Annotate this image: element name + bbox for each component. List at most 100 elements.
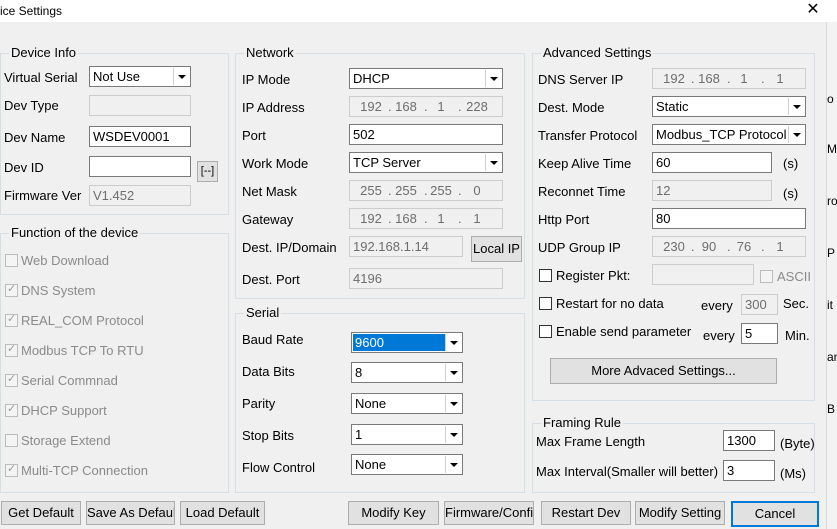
dev-id-label: Dev ID xyxy=(4,160,44,175)
send-minutes-unit: Min. xyxy=(785,328,810,343)
get-default-button[interactable]: Get Default xyxy=(1,501,81,525)
function-label: Web Download xyxy=(21,253,109,268)
max-frame-length-label: Max Frame Length xyxy=(536,434,646,449)
functions-legend: Function of the device xyxy=(9,225,141,240)
restart-every-label: every xyxy=(701,298,733,313)
ascii-checkbox xyxy=(760,270,773,283)
chevron-down-icon xyxy=(788,98,804,115)
stop-bits-select[interactable]: 1 xyxy=(351,424,463,445)
dev-id-field[interactable] xyxy=(89,156,191,177)
register-pkt-checkbox[interactable] xyxy=(539,269,552,282)
chevron-down-icon xyxy=(445,364,461,381)
keep-alive-field[interactable]: 60 xyxy=(652,152,772,173)
data-bits-select[interactable]: 8 xyxy=(351,362,463,383)
chevron-down-icon xyxy=(485,70,501,87)
gateway-label: Gateway xyxy=(242,212,294,227)
udp-group-field: 230. 90. 76. 1 xyxy=(652,236,806,257)
dest-ip-label: Dest. IP/Domain xyxy=(242,240,337,255)
reconnect-time-label: Reconnet Time xyxy=(538,184,626,199)
net-mask-field: 255. 255. 255. 0 xyxy=(349,180,503,201)
dev-id-button[interactable]: [--] xyxy=(197,161,218,182)
restart-dev-button[interactable]: Restart Dev xyxy=(541,501,631,525)
modify-key-button[interactable]: Modify Key xyxy=(348,501,439,525)
reconnect-time-unit: (s) xyxy=(783,186,799,201)
transfer-protocol-label: Transfer Protocol xyxy=(538,128,638,143)
stop-bits-label: Stop Bits xyxy=(242,428,295,443)
dns-server-label: DNS Server IP xyxy=(538,72,624,87)
data-bits-label: Data Bits xyxy=(242,364,295,379)
cancel-button[interactable]: Cancel xyxy=(731,501,819,527)
keep-alive-unit: (s) xyxy=(783,156,799,171)
dns-server-field: 192. 168. 1. 1 xyxy=(652,68,806,89)
strip-text: B xyxy=(827,402,836,416)
http-port-label: Http Port xyxy=(538,212,590,227)
save-as-default-button[interactable]: Save As Default xyxy=(86,501,175,525)
max-frame-length-field[interactable]: 1300 xyxy=(723,430,775,451)
close-icon[interactable]: ✕ xyxy=(803,0,823,20)
parity-select[interactable]: None xyxy=(351,393,463,414)
send-minutes-field[interactable]: 5 xyxy=(741,323,778,344)
flow-control-select[interactable]: None xyxy=(351,454,463,475)
baud-rate-select[interactable]: 9600 xyxy=(351,332,463,353)
transfer-protocol-select[interactable]: Modbus_TCP Protocol xyxy=(652,124,806,145)
strip-text: an xyxy=(827,350,837,364)
function-checkbox xyxy=(5,402,18,417)
max-interval-field[interactable]: 3 xyxy=(723,460,775,481)
restart-no-data-label: Restart for no data xyxy=(556,296,664,311)
function-checkbox xyxy=(5,282,18,297)
ip-address-label: IP Address xyxy=(242,100,305,115)
flow-control-label: Flow Control xyxy=(242,460,315,475)
load-default-button[interactable]: Load Default xyxy=(180,501,265,525)
dest-ip-field: 192.168.1.14 xyxy=(349,236,463,257)
function-checkbox xyxy=(5,342,18,357)
net-mask-label: Net Mask xyxy=(242,184,297,199)
modify-setting-button[interactable]: Modify Setting xyxy=(635,501,725,525)
function-checkbox xyxy=(5,312,18,327)
work-mode-select[interactable]: TCP Server xyxy=(349,152,503,173)
baud-rate-label: Baud Rate xyxy=(242,332,304,347)
dev-type-field xyxy=(89,95,191,116)
ip-address-field: 192. 168. 1. 228 xyxy=(349,96,503,117)
ip-mode-select[interactable]: DHCP xyxy=(349,68,503,89)
serial-legend: Serial xyxy=(244,305,282,320)
http-port-field[interactable]: 80 xyxy=(652,208,806,229)
port-label: Port xyxy=(242,128,266,143)
gateway-field: 192. 168. 1. 1 xyxy=(349,208,503,229)
chevron-down-icon xyxy=(445,334,461,351)
dest-port-label: Dest. Port xyxy=(242,272,300,287)
window-title: ice Settings xyxy=(0,4,63,18)
reconnect-time-field: 12 xyxy=(652,180,772,201)
send-parameter-checkbox[interactable] xyxy=(539,325,552,338)
more-advanced-settings-button[interactable]: More Advaced Settings... xyxy=(550,358,777,384)
function-checkbox xyxy=(5,434,18,447)
port-field[interactable]: 502 xyxy=(349,124,503,145)
function-label: DHCP Support xyxy=(21,403,107,418)
virtual-serial-select[interactable]: Not Use xyxy=(89,66,191,87)
strip-text: ro xyxy=(827,194,837,208)
function-label: REAL_COM Protocol xyxy=(21,313,144,328)
function-label: Serial Commnad xyxy=(21,373,118,388)
ascii-label: ASCII xyxy=(777,269,811,284)
background-window-strip: o M ro P it an B xyxy=(826,22,837,529)
title-bar xyxy=(0,0,837,22)
restart-seconds-field: 300 xyxy=(741,294,778,315)
chevron-down-icon xyxy=(445,456,461,473)
ip-mode-label: IP Mode xyxy=(242,72,291,87)
dev-name-field[interactable]: WSDEV0001 xyxy=(89,126,191,147)
dest-mode-select[interactable]: Static xyxy=(652,96,806,117)
function-label: DNS System xyxy=(21,283,96,298)
firmware-config-button[interactable]: Firmware/Config xyxy=(444,501,534,525)
functions-group: Function of the device xyxy=(0,226,229,493)
chevron-down-icon xyxy=(445,426,461,443)
dest-port-field: 4196 xyxy=(349,268,503,289)
strip-text: P xyxy=(827,246,836,260)
chevron-down-icon xyxy=(445,395,461,412)
function-checkbox xyxy=(5,372,18,387)
network-legend: Network xyxy=(244,45,296,60)
strip-text: o xyxy=(827,92,834,106)
restart-seconds-unit: Sec. xyxy=(783,296,810,311)
virtual-serial-label: Virtual Serial xyxy=(4,70,78,85)
restart-no-data-checkbox[interactable] xyxy=(539,297,552,310)
local-ip-button[interactable]: Local IP xyxy=(471,236,522,262)
function-label: Multi-TCP Connection xyxy=(21,463,148,478)
